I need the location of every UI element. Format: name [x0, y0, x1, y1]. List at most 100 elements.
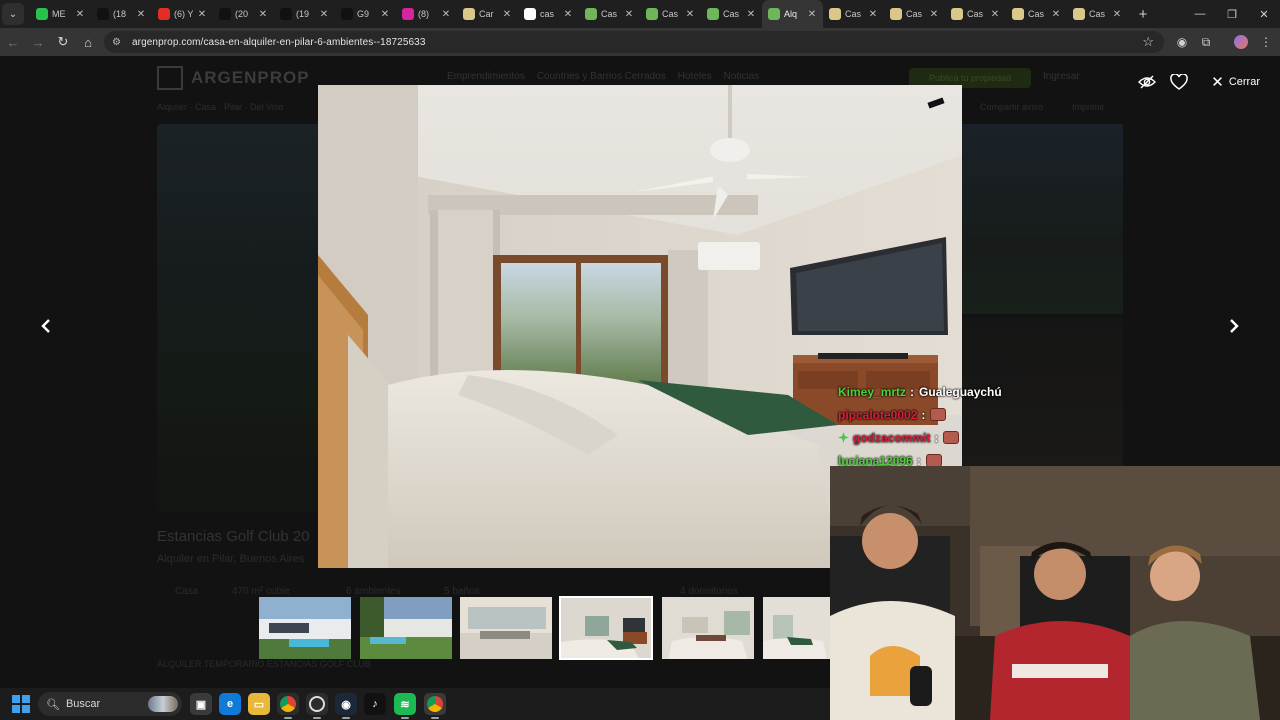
taskbar-search[interactable]: 🔍︎ Buscar: [38, 692, 182, 716]
instagram-icon: [402, 8, 414, 20]
tab-close-icon[interactable]: ✕: [562, 9, 574, 20]
thumbnail[interactable]: [459, 596, 553, 660]
thumbnail[interactable]: [258, 596, 352, 660]
obs-icon[interactable]: [306, 693, 328, 719]
task-view-icon[interactable]: ▣: [190, 693, 212, 715]
breadcrumb: Alquiler · Casa · Pilar · Del Viso: [157, 102, 284, 112]
tab-title: (18: [113, 9, 127, 19]
tab-close-icon[interactable]: ✕: [440, 9, 452, 20]
steam-icon[interactable]: ◉: [335, 693, 357, 719]
extensions-puzzle-icon[interactable]: ⧉: [1196, 32, 1216, 52]
chrome-profile-icon[interactable]: [424, 693, 446, 719]
new-tab-button[interactable]: +: [1132, 6, 1154, 23]
tab-title: (20: [235, 9, 249, 19]
thumbnail[interactable]: [359, 596, 453, 660]
edge-icon[interactable]: e: [219, 693, 241, 715]
next-image-button[interactable]: [1220, 312, 1248, 340]
spotify-icon[interactable]: ≋: [394, 693, 416, 719]
tab-close-icon[interactable]: ✕: [1050, 9, 1062, 20]
tab[interactable]: Cas ✕: [579, 0, 640, 28]
tab-close-icon[interactable]: ✕: [196, 9, 208, 20]
tab[interactable]: Cas ✕: [640, 0, 701, 28]
tab-close-icon[interactable]: ✕: [1111, 9, 1123, 20]
chevron-left-icon: [41, 319, 50, 333]
close-window-icon[interactable]: ✕: [1248, 0, 1280, 28]
tab-close-icon[interactable]: ✕: [623, 9, 635, 20]
profile-avatar[interactable]: [1231, 32, 1251, 52]
tab-close-icon[interactable]: ✕: [684, 9, 696, 20]
tab-close-icon[interactable]: ✕: [257, 9, 269, 20]
tab[interactable]: Car ✕: [457, 0, 518, 28]
webcam-overlay: [830, 466, 1280, 720]
search-label: Buscar: [65, 698, 101, 710]
url-text[interactable]: argenprop.com/casa-en-alquiler-en-pilar-…: [132, 37, 425, 48]
chat-separator: :: [910, 384, 915, 399]
bookmark-star-icon[interactable]: ☆: [1142, 34, 1154, 50]
thumbnail-active[interactable]: [559, 596, 653, 660]
chrome-icon[interactable]: [277, 693, 299, 719]
listing-location: Alquiler en Pilar, Buenos Aires: [157, 553, 305, 565]
reload-button[interactable]: ↻: [51, 30, 75, 54]
tab[interactable]: (19 ✕: [274, 0, 335, 28]
x-icon: [219, 8, 231, 20]
thumbnail[interactable]: [661, 596, 755, 660]
tab[interactable]: cas ✕: [518, 0, 579, 28]
x-icon: [280, 8, 292, 20]
tab[interactable]: Cas ✕: [884, 0, 945, 28]
tiktok-icon[interactable]: ♪: [364, 693, 386, 715]
tab[interactable]: G9 ✕: [335, 0, 396, 28]
tab-close-icon[interactable]: ✕: [989, 9, 1001, 20]
tab[interactable]: ME ✕: [30, 0, 91, 28]
tab-close-icon[interactable]: ✕: [379, 9, 391, 20]
tab-close-icon[interactable]: ✕: [928, 9, 940, 20]
chat-message: godzacommit:: [838, 426, 1028, 449]
home-button[interactable]: ⌂: [76, 30, 100, 54]
tab-close-icon[interactable]: ✕: [745, 9, 757, 20]
tab[interactable]: Cas ✕: [701, 0, 762, 28]
file-explorer-icon[interactable]: ▭: [248, 693, 270, 715]
address-bar[interactable]: ⚙ argenprop.com/casa-en-alquiler-en-pila…: [104, 31, 1164, 53]
tab-close-icon[interactable]: ✕: [74, 9, 86, 20]
back-button[interactable]: ←: [1, 30, 25, 54]
windows-start-icon[interactable]: [12, 695, 30, 713]
listing-title: Estancias Golf Club 20: [157, 528, 310, 545]
chat-separator: :: [921, 407, 926, 422]
listing-feature: Casa: [175, 586, 199, 597]
tab-title: Cas: [1089, 9, 1106, 19]
tab[interactable]: (20 ✕: [213, 0, 274, 28]
browser-menu-icon[interactable]: ⋮: [1256, 32, 1276, 52]
tab-close-icon[interactable]: ✕: [135, 9, 147, 20]
tab[interactable]: Cas ✕: [823, 0, 884, 28]
site-icon: [829, 8, 841, 20]
tab-strip: ⌄ ME ✕ (18 ✕ (6) Y ✕ (20 ✕ (19 ✕ G9 ✕ (8) ✕ Car ✕ cas ✕ Ca…: [0, 0, 1280, 28]
window-controls: — ❐ ✕: [1184, 0, 1280, 28]
tab[interactable]: Cas ✕: [1006, 0, 1067, 28]
tab[interactable]: (8) ✕: [396, 0, 457, 28]
tab-close-icon[interactable]: ✕: [318, 9, 330, 20]
tab-close-icon[interactable]: ✕: [867, 9, 879, 20]
hide-image-icon[interactable]: [1133, 70, 1161, 94]
site-info-icon[interactable]: ⚙: [112, 37, 128, 48]
close-lightbox-button[interactable]: ✕ Cerrar: [1205, 70, 1266, 94]
tab[interactable]: Cas ✕: [945, 0, 1006, 28]
extension-icon[interactable]: ◉: [1172, 32, 1192, 52]
previous-image-button[interactable]: [32, 312, 60, 340]
tab[interactable]: (18 ✕: [91, 0, 152, 28]
tab-active[interactable]: Alq ✕: [762, 0, 823, 28]
tab-close-icon[interactable]: ✕: [501, 9, 513, 20]
thumbnail[interactable]: [762, 596, 830, 660]
chat-separator: :: [934, 430, 939, 445]
tab[interactable]: (6) Y ✕: [152, 0, 213, 28]
k-icon: [36, 8, 48, 20]
maximize-icon[interactable]: ❐: [1216, 0, 1248, 28]
tab[interactable]: Cas ✕: [1067, 0, 1128, 28]
chat-message: pipcalote0002:: [838, 403, 1028, 426]
tab-close-icon[interactable]: ✕: [806, 9, 818, 20]
minimize-icon[interactable]: —: [1184, 0, 1216, 28]
argenprop-icon: [585, 8, 597, 20]
favorite-heart-icon[interactable]: [1165, 70, 1193, 94]
tab-search-button[interactable]: ⌄: [2, 3, 24, 25]
site-icon: [1073, 8, 1085, 20]
forward-button[interactable]: →: [26, 30, 50, 54]
thumbnail-strip: [258, 596, 830, 660]
